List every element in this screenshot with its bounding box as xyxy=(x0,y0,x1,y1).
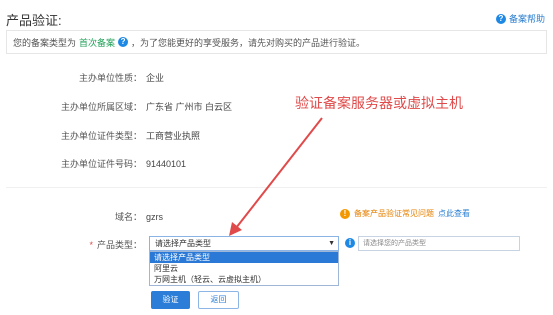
section-divider xyxy=(6,187,547,188)
page-title: 产品验证: xyxy=(6,13,62,28)
faq-text: 备案产品验证常见问题 xyxy=(354,209,434,218)
info-label: 主办单位证件号码： xyxy=(60,159,142,169)
dropdown-option[interactable]: 万网主机（轻云、云虚拟主机） xyxy=(150,274,338,285)
info-row-cert-type: 主办单位证件类型： 工商营业执照 xyxy=(32,129,200,142)
product-type-dropdown[interactable]: 请选择产品类型 阿里云 万网主机（轻云、云虚拟主机） xyxy=(149,251,339,286)
product-type-select[interactable]: 请选择产品类型 ▼ xyxy=(149,236,339,251)
faq-link[interactable]: 点此查看 xyxy=(438,208,470,219)
verify-button[interactable]: 验证 xyxy=(151,291,190,309)
dropdown-option[interactable]: 阿里云 xyxy=(150,263,338,274)
info-row-nature: 主办单位性质： 企业 xyxy=(32,71,164,84)
domain-row: 域名： gzrs xyxy=(32,210,163,223)
notice-prefix: 您的备案类型为 xyxy=(13,37,77,48)
select-value: 请选择产品类型 xyxy=(155,239,211,248)
info-label: 主办单位所属区域： xyxy=(60,102,142,112)
dropdown-option[interactable]: 请选择产品类型 xyxy=(150,252,338,263)
notice-suffix: ，为了您能更好的享受服务，请先对购买的产品进行验证。 xyxy=(131,37,366,48)
back-button[interactable]: 返回 xyxy=(198,291,239,309)
info-icon: i xyxy=(345,238,355,248)
domain-value: gzrs xyxy=(146,211,164,222)
warning-icon: ! xyxy=(340,208,350,219)
help-icon: ? xyxy=(495,13,506,24)
info-row-region: 主办单位所属区域： 广东省 广州市 白云区 xyxy=(32,100,232,113)
product-type-hint: 请选择您的产品类型 xyxy=(358,236,520,251)
domain-label: 域名： xyxy=(114,212,142,222)
faq-notice: ! 备案产品验证常见问题 点此查看 xyxy=(340,208,470,219)
chevron-down-icon: ▼ xyxy=(328,240,335,247)
annotation-text: 验证备案服务器或虚拟主机 xyxy=(295,96,463,112)
required-mark: * xyxy=(89,239,93,250)
info-label: 主办单位性质： xyxy=(78,73,142,83)
product-type-row: * 产品类型： xyxy=(32,238,142,251)
info-value: 企业 xyxy=(146,73,165,83)
help-label: 备案帮助 xyxy=(508,14,545,24)
info-label: 主办单位证件类型： xyxy=(60,131,142,141)
info-value: 91440101 xyxy=(146,158,187,169)
notice-banner: 您的备案类型为 首次备案 ? ，为了您能更好的享受服务，请先对购买的产品进行验证… xyxy=(6,30,547,54)
filing-type-help-icon[interactable]: ? xyxy=(118,37,129,47)
info-value: 广东省 广州市 白云区 xyxy=(146,102,233,112)
filing-type: 首次备案 xyxy=(79,37,116,48)
info-row-cert-number: 主办单位证件号码： 91440101 xyxy=(32,157,186,170)
info-value: 工商营业执照 xyxy=(146,131,201,141)
product-type-label: 产品类型： xyxy=(96,240,142,250)
help-link[interactable]: ? 备案帮助 xyxy=(495,12,545,25)
